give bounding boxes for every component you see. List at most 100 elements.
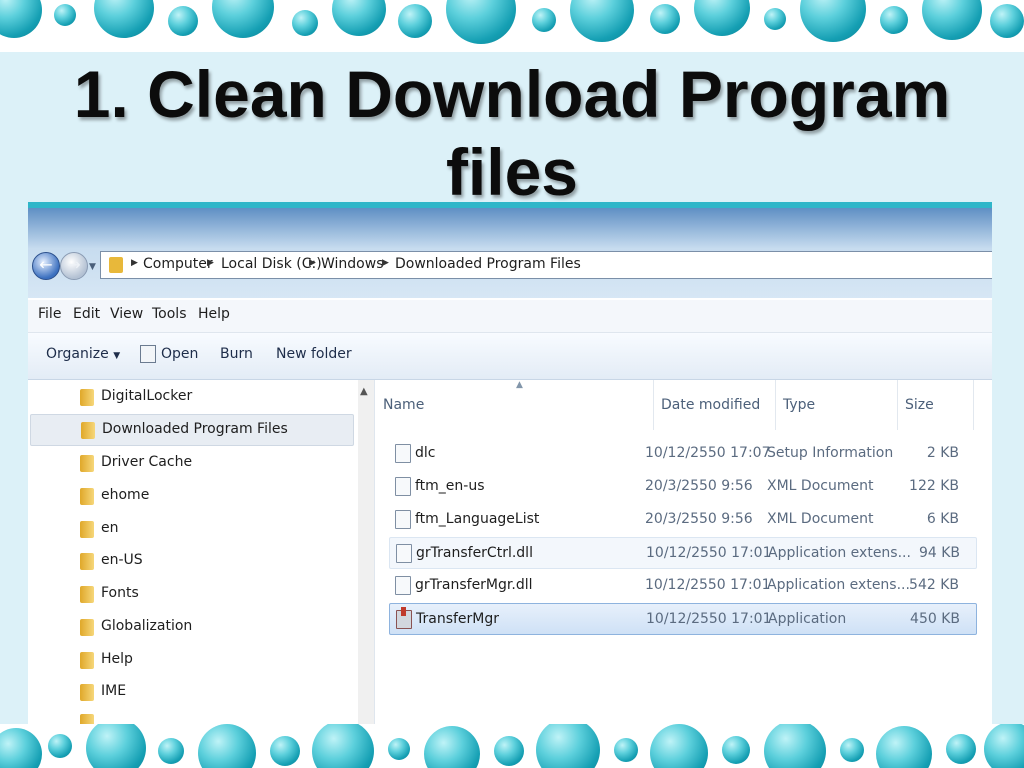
- folder-icon: [80, 455, 94, 472]
- forward-arrow-icon[interactable]: →: [60, 252, 88, 280]
- tree-item-partial: [80, 714, 120, 724]
- slide-title-line-1: 1. Clean Download Program: [73, 57, 951, 131]
- tree-item-digitallocker[interactable]: DigitalLocker: [28, 382, 354, 412]
- file-name: ftm_en-us: [415, 478, 485, 494]
- tree-item-help[interactable]: Help: [28, 645, 354, 675]
- folder-icon: [80, 553, 94, 570]
- tree-item-driver-cache[interactable]: Driver Cache: [28, 448, 354, 478]
- file-row-transfermgr[interactable]: TransferMgr 10/12/2550 17:01 Application…: [389, 603, 977, 635]
- tree-item-label: Globalization: [101, 618, 193, 634]
- file-type: XML Document: [767, 511, 874, 527]
- column-header-size-label: Size: [905, 397, 934, 413]
- file-row-ftm-languagelist[interactable]: ftm_LanguageList 20/3/2550 9:56 XML Docu…: [389, 504, 975, 534]
- column-header-date-label: Date modified: [661, 397, 761, 413]
- column-header-type[interactable]: Type: [775, 380, 898, 430]
- file-date: 10/12/2550 17:07: [645, 445, 771, 461]
- navigation-pane-scrollbar[interactable]: ▲: [358, 380, 375, 724]
- breadcrumb-separator-icon[interactable]: ▶: [382, 258, 389, 268]
- organize-button[interactable]: Organize ▼: [46, 346, 120, 362]
- tree-item-label: Downloaded Program Files: [102, 421, 288, 437]
- tree-item-en-us[interactable]: en-US: [28, 546, 354, 576]
- tree-item-globalization[interactable]: Globalization: [28, 612, 354, 642]
- tree-item-fonts[interactable]: Fonts: [28, 579, 354, 609]
- tree-item-ime[interactable]: IME: [28, 677, 354, 707]
- column-header-date[interactable]: Date modified: [653, 380, 776, 430]
- file-size: 94 KB: [918, 545, 960, 561]
- xml-document-icon: [395, 477, 411, 496]
- menu-bar: File Edit View Tools Help: [28, 300, 992, 333]
- breadcrumb-local-disk[interactable]: Local Disk (C:): [221, 256, 322, 272]
- folder-icon: [80, 488, 94, 505]
- tree-item-label: IME: [101, 683, 127, 699]
- file-row-ftm-en-us[interactable]: ftm_en-us 20/3/2550 9:56 XML Document 12…: [389, 471, 975, 501]
- file-date: 20/3/2550 9:56: [645, 511, 753, 527]
- breadcrumb-computer[interactable]: Computer: [143, 256, 213, 272]
- column-header-name-label: Name: [383, 397, 425, 413]
- explorer-window-screenshot: ← → ▼ ▶ Computer ▶ Local Disk (C:) ▶ Win…: [28, 208, 992, 724]
- slide-margin-left: [0, 202, 28, 724]
- breadcrumb-downloaded-program-files[interactable]: Downloaded Program Files: [395, 256, 581, 272]
- file-size: 6 KB: [926, 511, 959, 527]
- tree-item-label: Help: [101, 651, 133, 667]
- folder-icon: [80, 619, 94, 636]
- dll-file-icon: [396, 544, 412, 563]
- sort-ascending-icon: ▲: [516, 380, 523, 390]
- navigation-pane: DigitalLocker Downloaded Program Files D…: [28, 380, 359, 724]
- file-type: XML Document: [767, 478, 874, 494]
- dll-file-icon: [395, 576, 411, 595]
- file-date: 10/12/2550 17:01: [645, 577, 771, 593]
- breadcrumb-windows[interactable]: Windows: [321, 256, 384, 272]
- tree-item-label: Fonts: [101, 585, 139, 601]
- folder-icon: [80, 684, 94, 701]
- tree-item-ehome[interactable]: ehome: [28, 481, 354, 511]
- back-arrow-icon[interactable]: ←: [32, 252, 60, 280]
- open-icon: [140, 345, 156, 363]
- file-size: 2 KB: [926, 445, 959, 461]
- fonts-folder-icon: [80, 586, 94, 603]
- column-header-type-label: Type: [783, 397, 816, 413]
- menu-edit[interactable]: Edit: [73, 306, 100, 322]
- folder-icon: [109, 257, 123, 273]
- breadcrumb-separator-icon[interactable]: ▶: [309, 258, 316, 268]
- setup-information-icon: [395, 444, 411, 463]
- menu-tools[interactable]: Tools: [152, 306, 187, 322]
- folder-icon: [80, 652, 94, 669]
- folder-icon: [80, 521, 94, 538]
- tree-item-label: Driver Cache: [101, 454, 193, 470]
- menu-file[interactable]: File: [38, 306, 61, 322]
- decorative-bubble-band-top: [0, 0, 1024, 52]
- file-list-pane: Name ▲ Date modified Type Size dlc 10/12…: [375, 380, 992, 724]
- open-button[interactable]: Open: [161, 346, 198, 362]
- tree-item-downloaded-program-files[interactable]: Downloaded Program Files: [30, 414, 354, 446]
- burn-button[interactable]: Burn: [220, 346, 253, 362]
- file-date: 20/3/2550 9:56: [645, 478, 753, 494]
- application-icon: [396, 607, 412, 629]
- tree-item-label: ehome: [101, 487, 150, 503]
- menu-help[interactable]: Help: [198, 306, 230, 322]
- breadcrumb-separator-icon[interactable]: ▶: [131, 258, 138, 268]
- recent-pages-chevron-icon[interactable]: ▼: [89, 262, 96, 272]
- address-bar[interactable]: ▶ Computer ▶ Local Disk (C:) ▶ Windows ▶…: [100, 251, 992, 279]
- folder-icon: [81, 422, 95, 439]
- file-row-grtransfermgr-dll[interactable]: grTransferMgr.dll 10/12/2550 17:01 Appli…: [389, 570, 975, 600]
- breadcrumb-separator-icon[interactable]: ▶: [207, 258, 214, 268]
- menu-view[interactable]: View: [110, 306, 143, 322]
- file-date: 10/12/2550 17:01: [646, 611, 772, 627]
- file-row-grtransferctrl-dll[interactable]: grTransferCtrl.dll 10/12/2550 17:01 Appl…: [389, 537, 977, 569]
- chevron-down-icon: ▼: [113, 351, 121, 361]
- file-size: 450 KB: [910, 611, 960, 627]
- new-folder-button[interactable]: New folder: [276, 346, 352, 362]
- column-header-name[interactable]: Name ▲: [375, 380, 654, 430]
- tree-item-label: DigitalLocker: [101, 388, 193, 404]
- file-row-dlc[interactable]: dlc 10/12/2550 17:07 Setup Information 2…: [389, 438, 975, 468]
- scroll-up-icon[interactable]: ▲: [360, 386, 368, 397]
- decorative-bubble-band-bottom: [0, 724, 1024, 768]
- slide-title-line-2: files: [445, 135, 579, 209]
- file-name: grTransferCtrl.dll: [416, 545, 533, 561]
- file-name: dlc: [415, 445, 436, 461]
- file-size: 542 KB: [909, 577, 959, 593]
- slide-margin-right: [992, 202, 1024, 724]
- file-size: 122 KB: [909, 478, 959, 494]
- column-header-size[interactable]: Size: [897, 380, 974, 430]
- tree-item-en[interactable]: en: [28, 514, 354, 544]
